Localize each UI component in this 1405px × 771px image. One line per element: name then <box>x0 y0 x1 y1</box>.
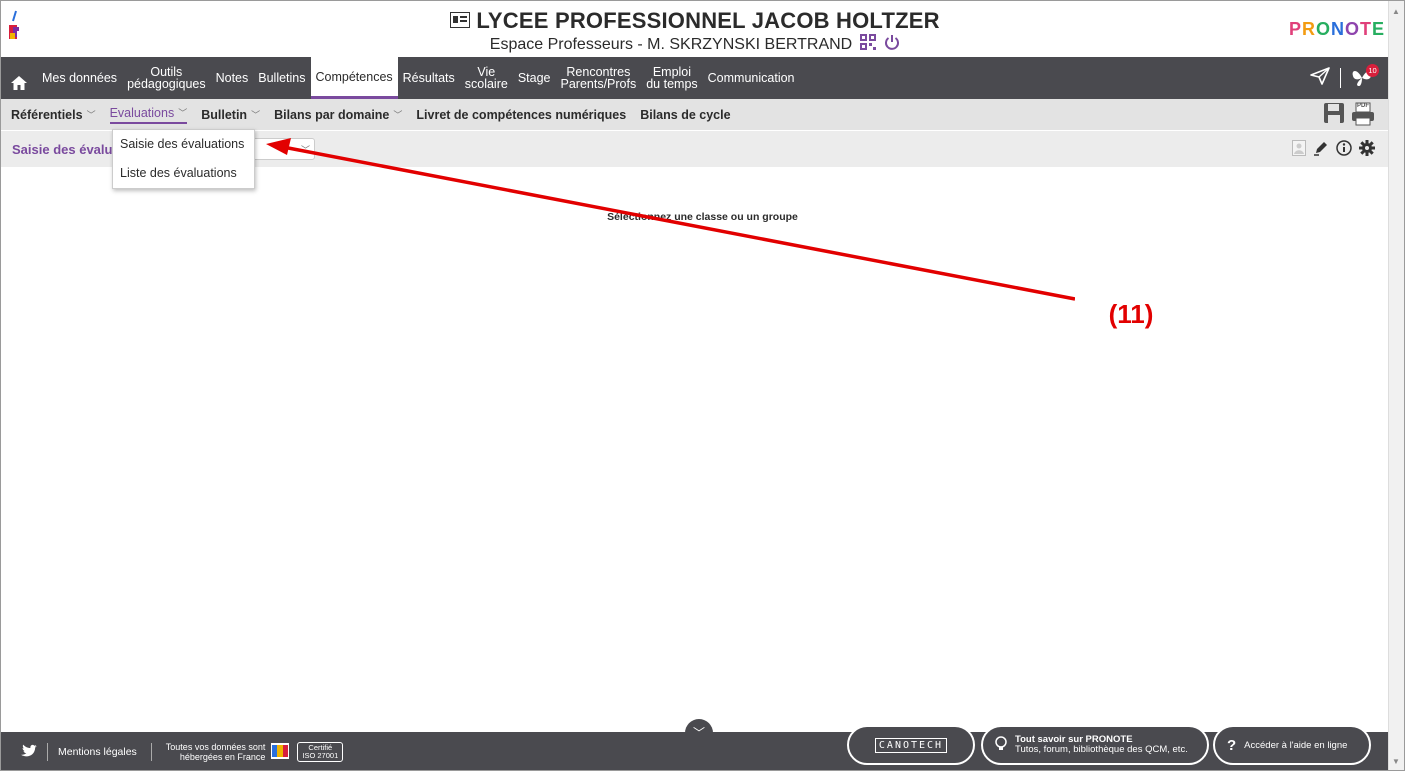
page-title: Saisie des évalu <box>12 141 113 157</box>
scroll-down-arrow-icon[interactable]: ▼ <box>1392 757 1400 766</box>
class-selector[interactable]: ﹀ <box>251 138 315 160</box>
nav-notes[interactable]: Notes <box>211 57 254 99</box>
home-icon <box>10 63 28 93</box>
nav-bulletins[interactable]: Bulletins <box>253 57 310 99</box>
footer-divider <box>47 743 48 761</box>
qr-code-icon[interactable] <box>860 34 877 55</box>
hosting-line2: hébergées en France <box>179 752 266 762</box>
subnav-bilans-de-cycle[interactable]: Bilans de cycle <box>640 108 730 122</box>
vertical-scrollbar[interactable]: ▲ ▼ <box>1388 1 1404 770</box>
help-button[interactable]: ? Accéder à l'aide en ligne <box>1213 725 1371 765</box>
subnav-bulletin[interactable]: Bulletin ﹀ <box>201 108 260 122</box>
nav-mes-donnees[interactable]: Mes données <box>37 57 122 99</box>
footer-divider <box>150 743 152 761</box>
nav-emploi-du-temps[interactable]: Emploi du temps <box>641 57 702 99</box>
france-flag-icon <box>271 742 290 762</box>
nav-resultats[interactable]: Résultats <box>398 57 460 99</box>
evaluations-dropdown-menu: Saisie des évaluations Liste des évaluat… <box>112 129 255 189</box>
chevron-down-icon: ﹀ <box>86 110 96 120</box>
page-tools <box>1292 140 1375 161</box>
nav-outils-pedagogiques[interactable]: Outils pédagogiques <box>122 57 211 99</box>
info-icon[interactable] <box>1336 140 1352 161</box>
nav-stage[interactable]: Stage <box>513 57 556 99</box>
tout-savoir-button[interactable]: Tout savoir sur PRONOTE Tutos, forum, bi… <box>981 725 1209 765</box>
subnav-bilans-par-domaine[interactable]: Bilans par domaine ﹀ <box>274 108 402 122</box>
question-mark-icon: ? <box>1227 736 1237 754</box>
canotech-button[interactable]: CANOTECH <box>847 725 975 765</box>
subtitle-text: Espace Professeurs - M. SKRZYNSKI BERTRA… <box>489 35 853 53</box>
subnav-bilans-label: Bilans par domaine <box>274 107 390 122</box>
annotation-label: (11) <box>1075 283 1187 345</box>
legal-link[interactable]: Mentions légales <box>58 746 137 758</box>
twitter-icon[interactable] <box>21 744 37 761</box>
send-icon[interactable] <box>1310 66 1330 90</box>
pdf-label: PDF <box>1357 103 1369 109</box>
save-icon[interactable] <box>1323 102 1345 127</box>
canotech-label: CANOTECH <box>874 737 948 753</box>
school-title: LYCEE PROFESSIONNEL JACOB HOLTZER <box>450 9 939 33</box>
subnav-tools: PDF <box>1323 102 1389 127</box>
subnav-livret[interactable]: Livret de compétences numériques <box>416 108 626 122</box>
empty-state-message: Sélectionnez une classe ou un groupe <box>607 211 798 223</box>
main-navigation: Mes données Outils pédagogiques Notes Bu… <box>1 57 1389 99</box>
menu-item-liste-evaluations[interactable]: Liste des évaluations <box>113 159 254 188</box>
lightbulb-icon <box>995 735 1007 755</box>
chevron-down-icon: ﹀ <box>300 145 310 155</box>
subnav-bulletin-label: Bulletin <box>201 107 248 122</box>
hosting-notice: Toutes vos données sont hébergées en Fra… <box>166 742 266 762</box>
hosting-line1: Toutes vos données sont <box>165 742 266 752</box>
print-pdf-icon[interactable]: PDF <box>1351 102 1375 126</box>
nav-vie-scolaire[interactable]: Vie scolaire <box>460 57 513 99</box>
app-window: LYCEE PROFESSIONNEL JACOB HOLTZER Espace… <box>0 0 1405 771</box>
chevron-down-icon: ﹀ <box>178 108 188 118</box>
iso-certification-badge: Certifié ISO 27001 <box>297 742 344 762</box>
settings-gear-icon[interactable] <box>1359 140 1375 161</box>
school-name: LYCEE PROFESSIONNEL JACOB HOLTZER <box>476 8 940 33</box>
nav-rencontres[interactable]: Rencontres Parents/Profs <box>556 57 642 99</box>
home-button[interactable] <box>1 57 37 99</box>
notification-badge: 10 <box>1366 64 1379 77</box>
notification-button[interactable]: 10 <box>1351 64 1379 88</box>
subnav-referentiels[interactable]: Référentiels ﹀ <box>11 108 96 122</box>
subnav-referentiels-label: Référentiels <box>11 107 83 122</box>
page-subtitle: Espace Professeurs - M. SKRZYNSKI BERTRA… <box>490 34 900 55</box>
nav-divider <box>1340 68 1341 88</box>
nav-communication[interactable]: Communication <box>703 57 800 99</box>
header: LYCEE PROFESSIONNEL JACOB HOLTZER Espace… <box>1 1 1389 56</box>
pronote-logo: PRONOTE <box>1288 19 1385 39</box>
nav-right-tools: 10 <box>1310 57 1389 99</box>
cert-line2: ISO 27001 <box>302 751 339 760</box>
sub-navigation: Référentiels ﹀ Evaluations ﹀ Bulletin ﹀ Bil… <box>1 99 1389 130</box>
edit-pencil-icon[interactable] <box>1313 140 1329 161</box>
footer-toggle-chevron-icon[interactable]: ﹀ <box>685 719 713 747</box>
nav-competences[interactable]: Compétences <box>310 57 398 99</box>
subnav-evaluations[interactable]: Evaluations ﹀ <box>109 105 188 124</box>
chevron-down-icon: ﹀ <box>251 110 261 120</box>
chevron-down-icon: ﹀ <box>393 110 403 120</box>
menu-item-saisie-evaluations[interactable]: Saisie des évaluations <box>113 130 254 159</box>
help-label: Accéder à l'aide en ligne <box>1244 739 1348 751</box>
subnav-evaluations-label: Evaluations <box>109 105 175 120</box>
scroll-up-arrow-icon[interactable]: ▲ <box>1392 7 1400 16</box>
photo-icon[interactable] <box>1292 140 1306 161</box>
tout-savoir-subtitle: Tutos, forum, bibliothèque des QCM, etc. <box>1015 744 1188 755</box>
id-card-icon <box>450 9 471 33</box>
power-icon[interactable] <box>884 34 900 55</box>
